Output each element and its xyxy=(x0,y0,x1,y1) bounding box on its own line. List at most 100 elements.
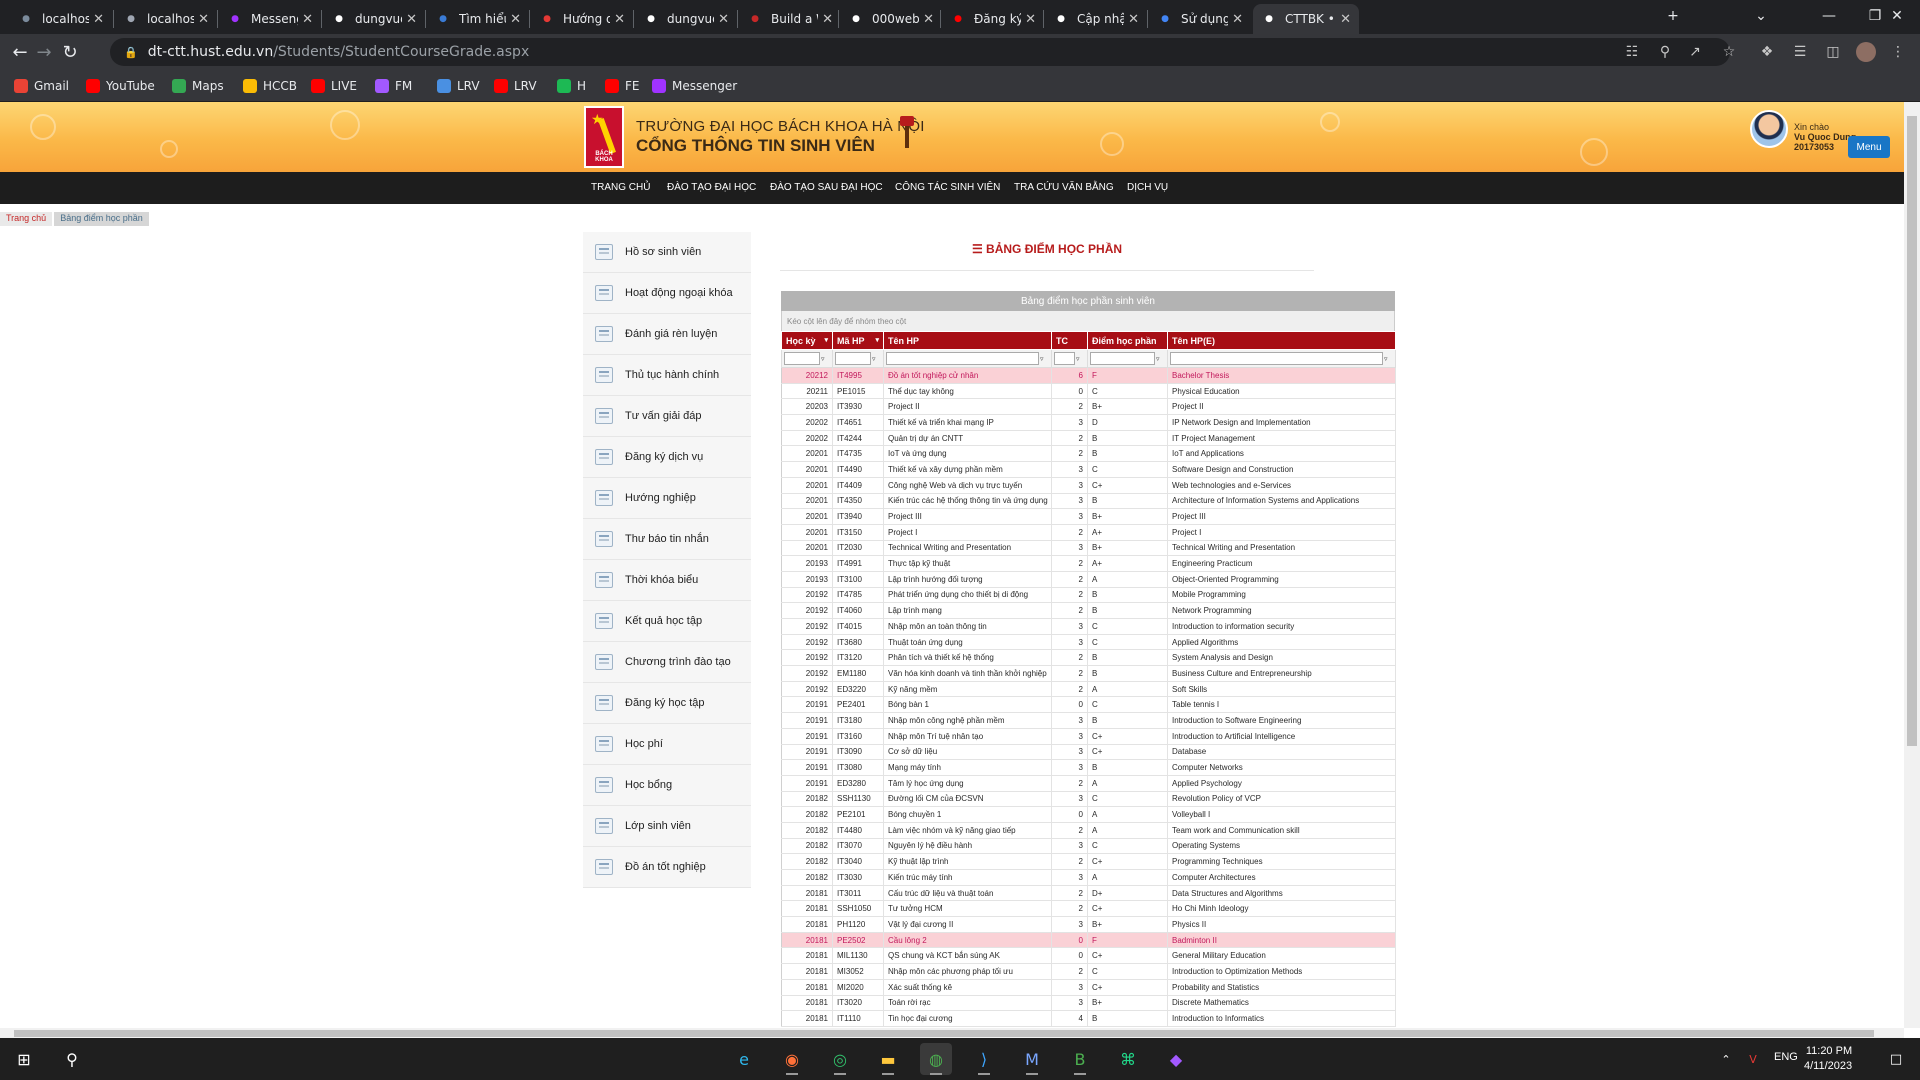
column-header-course-name[interactable]: Tên HP xyxy=(883,331,1052,350)
filter-input-semester[interactable] xyxy=(784,352,820,365)
filter-input-course-code[interactable] xyxy=(835,352,871,365)
address-bar[interactable]: 🔒 dt-ctt.hust.edu.vn/Students/StudentCou… xyxy=(110,38,1730,66)
table-row[interactable]: 20191 IT3160 Nhập môn Trí tuệ nhân tạo 3 C+ I… xyxy=(781,728,1396,745)
breadcrumb-current[interactable]: Bảng điểm học phần xyxy=(54,212,151,226)
sidebar-item[interactable]: Hồ sơ sinh viên xyxy=(583,232,751,273)
table-row[interactable]: 20191 ED3280 Tâm lý học ứng dụng 2 A Applied … xyxy=(781,775,1396,792)
close-icon[interactable]: ✕ xyxy=(1128,12,1139,27)
browser-tab[interactable]: ● Sử dụng gi✕ xyxy=(1149,4,1251,34)
windows-start-icon[interactable]: ⊞ xyxy=(8,1043,40,1075)
more-icon[interactable]: ⋮ xyxy=(1888,42,1908,62)
table-row[interactable]: 20203 IT3930 Project II 2 B+ Project II xyxy=(781,398,1396,416)
back-icon[interactable]: ← xyxy=(8,40,32,64)
table-row[interactable]: 20181 PE2502 Cầu lông 2 0 F Badminton II xyxy=(781,932,1396,949)
sidebar-item[interactable]: Thời khóa biểu xyxy=(583,560,751,601)
table-row[interactable]: 20191 IT3080 Mạng máy tính 3 B Computer Netwo… xyxy=(781,759,1396,776)
firefox-icon[interactable]: ◉ xyxy=(776,1043,808,1075)
zoom-icon[interactable]: ⚲ xyxy=(1655,42,1675,62)
browser-tab[interactable]: ● localhost✕ xyxy=(10,4,112,34)
table-row[interactable]: 20193 IT4991 Thực tập kỹ thuật 2 A+ Engineeri… xyxy=(781,555,1396,572)
table-row[interactable]: 20202 IT4651 Thiết kế và triển khai mạng I… xyxy=(781,414,1396,431)
bookmark-star-icon[interactable]: ☆ xyxy=(1719,42,1739,62)
pycharm-icon[interactable]: ⌘ xyxy=(1112,1043,1144,1075)
table-row[interactable]: 20181 IT3011 Cấu trúc dữ liệu và thuật toá… xyxy=(781,885,1396,902)
browser-tab[interactable]: ● localhost✕ xyxy=(115,4,217,34)
table-row[interactable]: 20181 SSH1050 Tư tưởng HCM 2 C+ Ho Chi Minh I… xyxy=(781,900,1396,918)
filter-icon[interactable]: ▿ xyxy=(1040,355,1044,363)
browser-tab[interactable]: ● dungvuquo ✕ xyxy=(635,4,737,34)
filter-input-course-name[interactable] xyxy=(886,352,1039,365)
language-indicator[interactable]: ENG xyxy=(1774,1051,1798,1063)
sidebar-item[interactable]: Đánh giá rèn luyện xyxy=(583,314,751,355)
table-row[interactable]: 20191 IT3090 Cơ sở dữ liệu 3 C+ Database xyxy=(781,744,1396,761)
sidebar-item[interactable]: Chương trình đào tạo xyxy=(583,642,751,683)
table-row[interactable]: 20181 PH1120 Vật lý đại cương II 3 B+ Physics… xyxy=(781,916,1396,933)
side-panel-icon[interactable]: ◫ xyxy=(1823,42,1843,62)
table-row[interactable]: 20201 IT4409 Công nghệ Web và dịch vụ trực… xyxy=(781,477,1396,494)
table-row[interactable]: 20192 IT4785 Phát triển ứng dụng cho thiết… xyxy=(781,587,1396,604)
nav-item[interactable]: ĐÀO TẠO SAU ĐẠI HỌC xyxy=(770,182,883,193)
sidebar-item[interactable]: Học bổng xyxy=(583,765,751,806)
close-icon[interactable]: ✕ xyxy=(822,12,833,27)
bookmark-item[interactable]: FE xyxy=(605,77,639,95)
tab-search-icon[interactable]: ⌄ xyxy=(1738,0,1784,32)
figma-icon[interactable]: ◆ xyxy=(1160,1043,1192,1075)
table-row[interactable]: 20181 IT1110 Tin học đại cương 4 B Introducti… xyxy=(781,1010,1396,1027)
close-icon[interactable]: ✕ xyxy=(302,12,313,27)
sidebar-item[interactable]: Kết quả học tập xyxy=(583,601,751,642)
table-row[interactable]: 20192 IT3680 Thuật toán ứng dụng 3 C Applied … xyxy=(781,634,1396,651)
filter-icon[interactable]: ▿ xyxy=(1076,355,1080,363)
filter-input-credits[interactable] xyxy=(1054,352,1075,365)
table-row[interactable]: 20191 IT3180 Nhập môn công nghệ phần mềm 3 B… xyxy=(781,712,1396,729)
table-row[interactable]: 20192 IT4015 Nhập môn an toàn thông tin 3 C I… xyxy=(781,618,1396,635)
bookmark-item[interactable]: LRV xyxy=(437,77,480,95)
browser-tab[interactable]: ● Build a Web ✕ xyxy=(739,4,841,34)
share-icon[interactable]: ↗ xyxy=(1685,42,1705,62)
edge-icon[interactable]: e xyxy=(728,1043,760,1075)
close-icon[interactable]: ✕ xyxy=(923,12,934,27)
filter-icon[interactable]: ▿ xyxy=(821,355,825,363)
table-row[interactable]: 20181 IT3020 Toán rời rạc 3 B+ Discrete Mathe… xyxy=(781,995,1396,1012)
vertical-scrollbar[interactable] xyxy=(1904,102,1920,1028)
table-row[interactable]: 20201 IT4490 Thiết kế và xây dựng phần mềm… xyxy=(781,461,1396,478)
school-logo[interactable]: ★ BÁCH KHOA xyxy=(584,106,624,168)
sidebar-item[interactable]: Đăng ký học tập xyxy=(583,683,751,724)
browser-tab[interactable]: ● Hướng dẫn✕ xyxy=(531,4,633,34)
gitkraken-icon[interactable]: ◎ xyxy=(824,1043,856,1075)
sql-icon[interactable]: B xyxy=(1064,1043,1096,1075)
sidebar-item[interactable]: Hoạt động ngoại khóa xyxy=(583,273,751,314)
sidebar-item[interactable]: Đồ án tốt nghiệp xyxy=(583,847,751,888)
table-row[interactable]: 20182 PE2101 Bóng chuyền 1 0 A Volleyball I xyxy=(781,806,1396,823)
bookmark-item[interactable]: LRV xyxy=(494,77,537,95)
window-close-icon[interactable]: ✕ xyxy=(1874,0,1920,32)
reading-list-icon[interactable]: ☰ xyxy=(1790,42,1810,62)
close-icon[interactable]: ✕ xyxy=(198,12,209,27)
browser-tab[interactable]: ● Messenger ✕ xyxy=(219,4,321,34)
bookmark-item[interactable]: Messenger xyxy=(652,77,737,95)
sidebar-item[interactable]: Học phí xyxy=(583,724,751,765)
table-row[interactable]: 20201 IT4350 Kiến trúc các hệ thống thông … xyxy=(781,493,1396,510)
table-row[interactable]: 20201 IT3940 Project III 3 B+ Project III xyxy=(781,508,1396,525)
table-row[interactable]: 20182 IT4480 Làm việc nhóm và kỹ năng giao… xyxy=(781,822,1396,839)
close-icon[interactable]: ✕ xyxy=(93,12,104,27)
bookmark-item[interactable]: LIVE xyxy=(311,77,357,95)
close-icon[interactable]: ✕ xyxy=(1232,12,1243,27)
bookmark-item[interactable]: FM xyxy=(375,77,412,95)
forward-icon[interactable]: → xyxy=(32,40,56,64)
filter-icon[interactable]: ▿ xyxy=(1156,355,1160,363)
table-row[interactable]: 20191 PE2401 Bóng bàn 1 0 C Table tennis I xyxy=(781,696,1396,714)
browser-tab[interactable]: ● 000webhos✕ xyxy=(840,4,942,34)
sidebar-item[interactable]: Lớp sinh viên xyxy=(583,806,751,847)
column-header-semester[interactable]: Học kỳ ▾ xyxy=(781,331,833,350)
profile-avatar[interactable] xyxy=(1856,42,1876,62)
table-row[interactable]: 20192 EM1180 Văn hóa kinh doanh và tinh th… xyxy=(781,665,1396,682)
horizontal-scrollbar[interactable] xyxy=(0,1028,1904,1038)
filter-icon[interactable]: ▿ xyxy=(1384,355,1388,363)
bookmark-item[interactable]: Gmail xyxy=(14,77,69,95)
chrome-icon[interactable]: ◍ xyxy=(920,1043,952,1075)
vscode-icon[interactable]: ⟩ xyxy=(968,1043,1000,1075)
table-row[interactable]: 20201 IT4735 IoT và ứng dụng 2 B IoT and Appl… xyxy=(781,445,1396,463)
clock[interactable]: 11:20 PM 4/11/2023 xyxy=(1804,1044,1852,1074)
browser-tab[interactable]: ● CTTBK • Co ✕ xyxy=(1253,4,1359,34)
tray-chevron-icon[interactable]: ⌃ xyxy=(1716,1043,1736,1075)
